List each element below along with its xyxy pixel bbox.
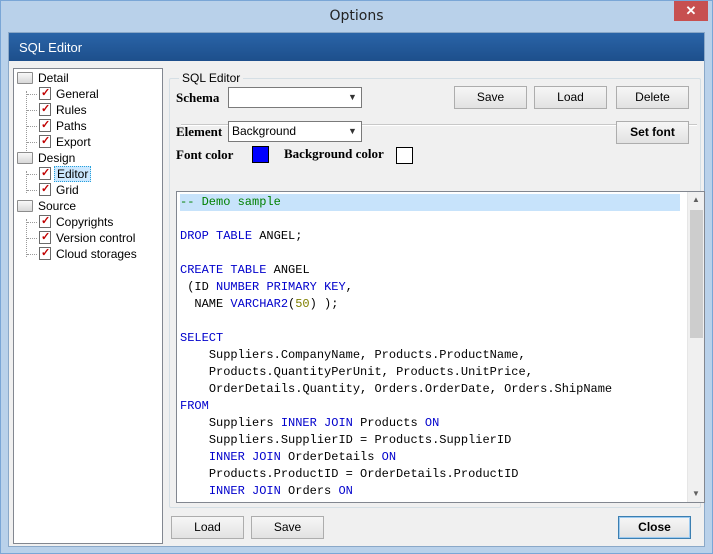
tree-item-grid[interactable]: Grid	[39, 181, 81, 198]
tree-item-label: Source	[38, 199, 77, 213]
tree-item-label: Detail	[38, 71, 69, 85]
background-color-label: Background color	[284, 146, 384, 161]
tree-item-rules[interactable]: Rules	[39, 101, 89, 118]
code-line: (ID NUMBER PRIMARY KEY,	[180, 280, 353, 294]
tree-item-label: Design	[38, 151, 76, 165]
sql-code-editor[interactable]: -- Demo sample DROP TABLE ANGEL; CREATE TA…	[176, 191, 705, 503]
code-line: Products.ProductID = OrderDetails.Produc…	[208, 467, 519, 481]
schema-select[interactable]: ▼	[228, 87, 362, 108]
settings-page-icon	[39, 133, 51, 149]
tree-item-general[interactable]: General	[39, 85, 101, 102]
group-title: SQL Editor	[179, 71, 244, 85]
chevron-down-icon: ▼	[348, 92, 357, 102]
tree-item-cloud-storages[interactable]: Cloud storages	[39, 245, 139, 262]
scroll-thumb[interactable]	[690, 210, 703, 338]
tree-item-version-control[interactable]: Version control	[39, 229, 137, 246]
settings-page-icon	[39, 245, 51, 261]
code-text: -- Demo sample DROP TABLE ANGEL; CREATE TA…	[180, 194, 680, 500]
tree-item-copyrights[interactable]: Copyrights	[39, 213, 115, 230]
element-select[interactable]: Background ▼	[228, 121, 362, 142]
footer-save-button[interactable]: Save	[251, 516, 324, 539]
chevron-down-icon: ▼	[348, 126, 357, 136]
tree-item-detail[interactable]: Detail	[17, 70, 71, 86]
scroll-down-icon[interactable]: ▼	[688, 486, 704, 502]
schema-load-button[interactable]: Load	[534, 86, 607, 109]
code-line: Suppliers.SupplierID = Products.Supplier…	[208, 433, 512, 447]
code-line: -- Demo sample	[180, 194, 680, 211]
tree-item-label: Version control	[56, 231, 136, 245]
settings-page-icon	[39, 213, 51, 229]
background-color-swatch[interactable]	[396, 147, 413, 164]
element-label: Element	[176, 124, 223, 139]
code-line: FROM	[180, 399, 209, 413]
folder-icon	[17, 200, 33, 212]
vertical-scrollbar[interactable]: ▲ ▼	[687, 192, 704, 502]
title-bar: Options ✕	[1, 1, 712, 32]
schema-label: Schema	[176, 90, 220, 105]
code-line: OrderDetails.Quantity, Orders.OrderDate,…	[208, 382, 613, 396]
window-title: Options	[329, 8, 384, 24]
tree-item-label: Copyrights	[56, 215, 114, 229]
tree-item-export[interactable]: Export	[39, 133, 93, 150]
tree-item-paths[interactable]: Paths	[39, 117, 89, 134]
dialog-client: SQL Editor Detail General Rules Paths	[8, 32, 705, 547]
window-close-button[interactable]: ✕	[674, 1, 708, 21]
settings-page-icon	[39, 181, 51, 197]
settings-page-icon	[39, 117, 51, 133]
options-tree[interactable]: Detail General Rules Paths Export Design	[13, 68, 163, 544]
code-line: DROP TABLE ANGEL;	[180, 229, 303, 243]
tree-line	[26, 91, 27, 157]
tree-item-editor[interactable]: Editor	[39, 165, 92, 182]
close-button[interactable]: Close	[618, 516, 691, 539]
code-line: INNER JOIN OrderDetails ON	[208, 450, 397, 464]
code-line: SELECT	[180, 331, 224, 345]
tree-item-label: Export	[56, 135, 91, 149]
font-color-swatch[interactable]	[252, 146, 269, 163]
options-window: Options ✕ SQL Editor Detail General Rule…	[0, 0, 713, 554]
section-title: SQL Editor	[19, 40, 83, 55]
tree-item-label: Rules	[56, 103, 87, 117]
font-color-label: Font color	[176, 147, 234, 162]
settings-page-icon	[39, 165, 51, 181]
settings-page-icon	[39, 229, 51, 245]
code-line: Suppliers.CompanyName, Products.ProductN…	[208, 348, 526, 362]
tree-item-label: General	[56, 87, 99, 101]
element-value: Background	[232, 124, 297, 138]
tree-item-label: Grid	[56, 183, 79, 197]
tree-item-label: Editor	[54, 166, 92, 182]
code-line: CREATE TABLE ANGEL	[180, 263, 310, 277]
schema-delete-button[interactable]: Delete	[616, 86, 689, 109]
tree-item-design[interactable]: Design	[17, 150, 77, 166]
scroll-up-icon[interactable]: ▲	[688, 192, 704, 208]
code-line: INNER JOIN Orders ON	[208, 484, 353, 498]
set-font-button[interactable]: Set font	[616, 121, 689, 144]
tree-item-label: Paths	[56, 119, 87, 133]
code-line: Products.QuantityPerUnit, Products.UnitP…	[208, 365, 533, 379]
settings-page-icon	[39, 85, 51, 101]
tree-item-source[interactable]: Source	[17, 198, 78, 214]
settings-page-icon	[39, 101, 51, 117]
schema-save-button[interactable]: Save	[454, 86, 527, 109]
code-line: NAME VARCHAR2(50) );	[194, 297, 339, 311]
tree-item-label: Cloud storages	[56, 247, 137, 261]
footer-load-button[interactable]: Load	[171, 516, 244, 539]
folder-icon	[17, 152, 33, 164]
folder-icon	[17, 72, 33, 84]
code-line: Suppliers INNER JOIN Products ON	[208, 416, 440, 430]
section-header: SQL Editor	[9, 33, 704, 61]
